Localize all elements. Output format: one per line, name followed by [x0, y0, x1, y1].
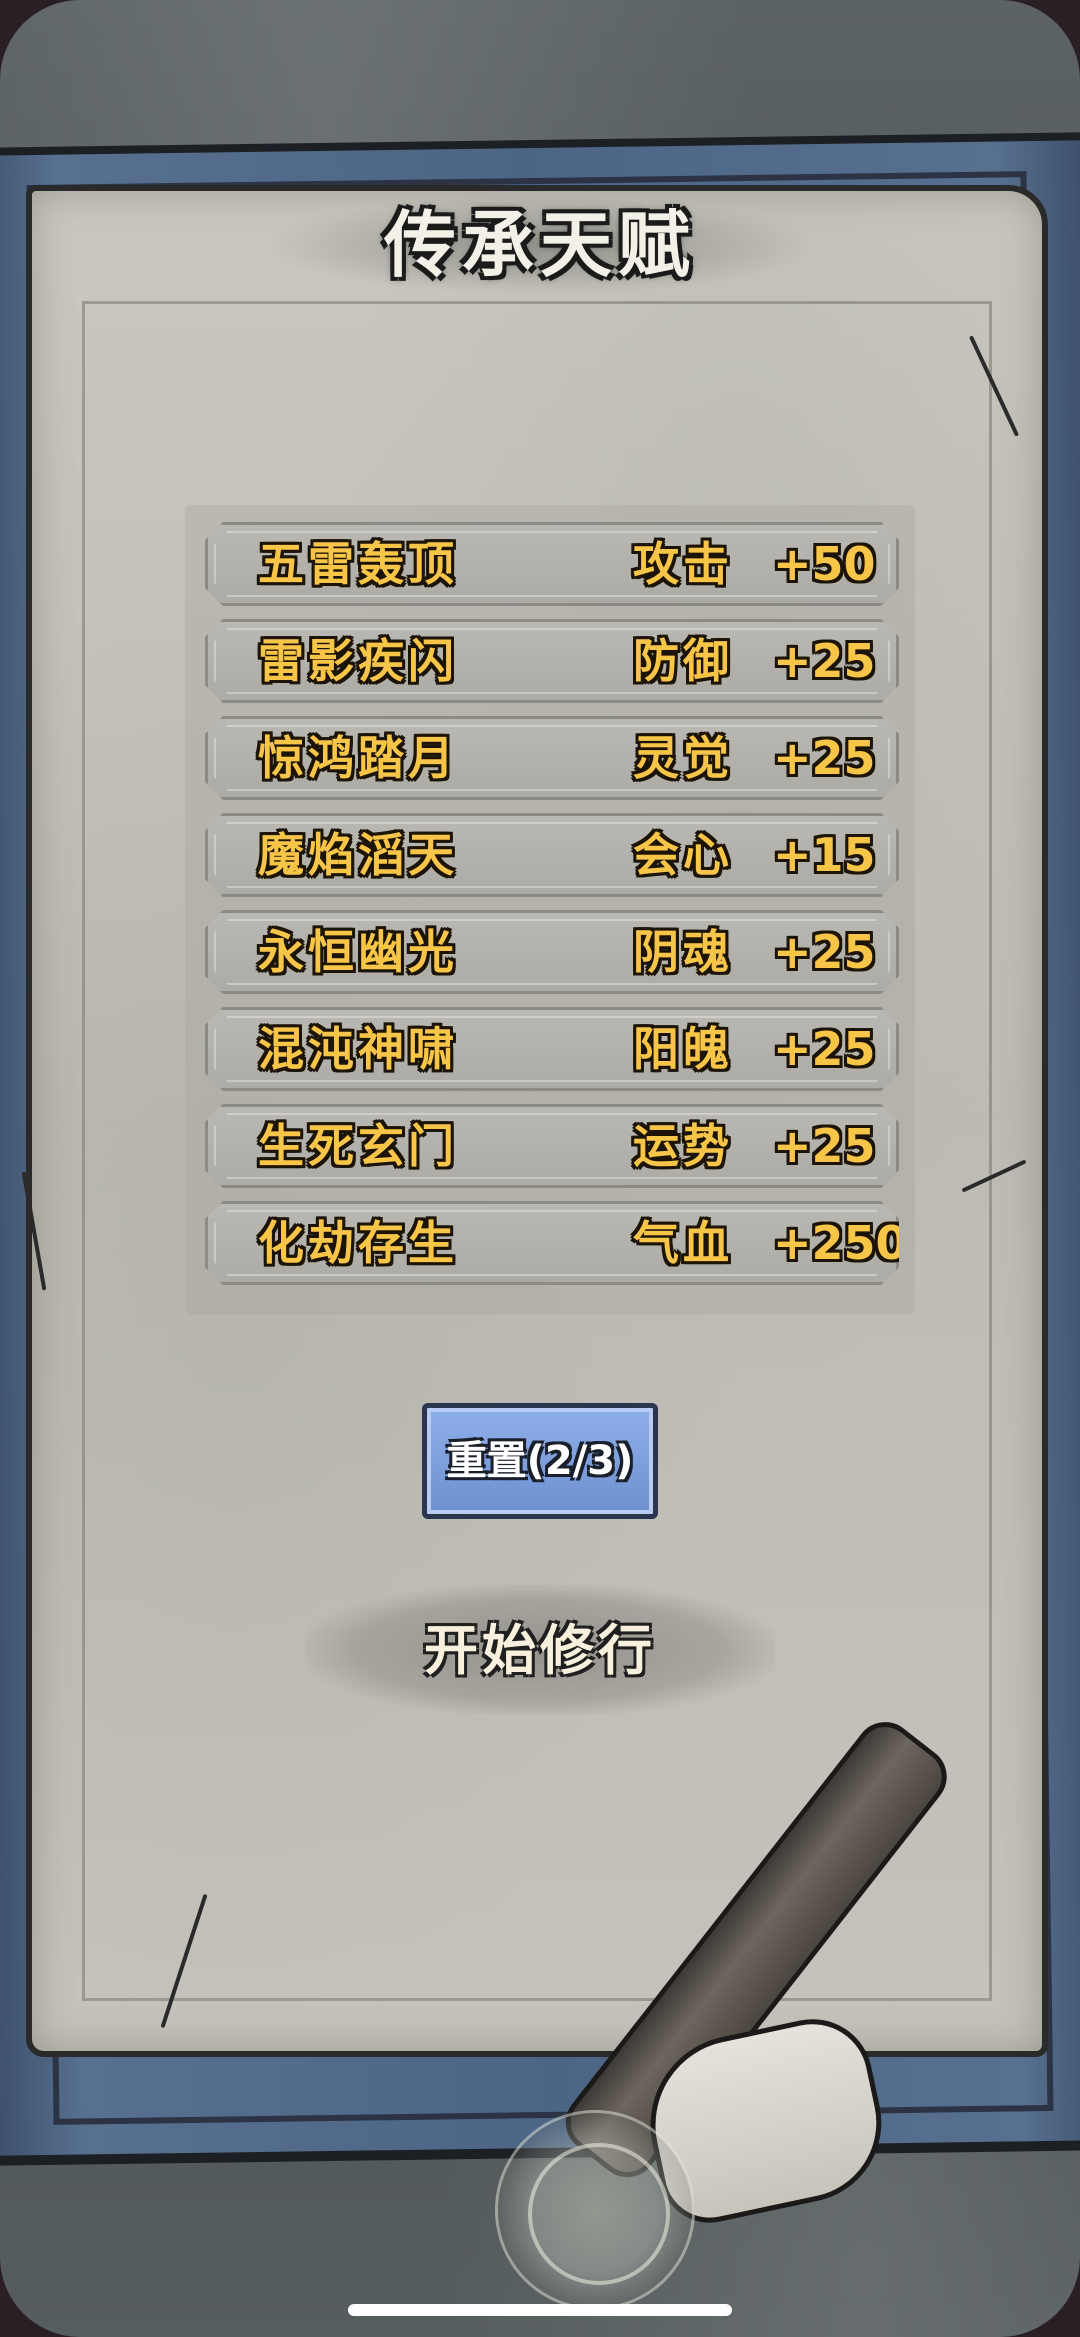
talent-bonus: +25: [773, 731, 876, 785]
spirit-orb-icon[interactable]: [495, 2110, 695, 2310]
talent-name: 生死玄门: [258, 1119, 458, 1173]
spirit-orb-core: [528, 2143, 670, 2285]
start-cultivation-button[interactable]: 开始修行: [305, 1585, 775, 1715]
reset-button[interactable]: 重置(2/3): [422, 1403, 658, 1519]
talent-bonus: +50: [773, 537, 876, 591]
talent-bonus: +25: [773, 1022, 876, 1076]
talent-row: 永恒幽光 阴魂 +25: [205, 910, 899, 994]
talent-bonus: +25: [773, 925, 876, 979]
talent-name: 混沌神啸: [258, 1022, 458, 1076]
home-indicator[interactable]: [348, 2304, 732, 2316]
talent-stat: 攻击: [633, 537, 733, 591]
talent-row: 混沌神啸 阳魄 +25: [205, 1007, 899, 1091]
talent-bonus: +25: [773, 1119, 876, 1173]
talent-stat: 气血: [633, 1216, 733, 1270]
talent-stat: 阴魂: [633, 925, 733, 979]
talent-bonus: +15: [773, 828, 876, 882]
talent-name: 魔焰滔天: [258, 828, 458, 882]
talent-stat: 运势: [633, 1119, 733, 1173]
talent-row: 雷影疾闪 防御 +25: [205, 619, 899, 703]
talent-stat: 防御: [633, 634, 733, 688]
talent-name: 五雷轰顶: [258, 537, 458, 591]
talent-row: 魔焰滔天 会心 +15: [205, 813, 899, 897]
talent-name: 雷影疾闪: [258, 634, 458, 688]
talent-stat: 灵觉: [633, 731, 733, 785]
reset-button-label: 重置(2/3): [446, 1438, 634, 1484]
talent-row: 五雷轰顶 攻击 +50: [205, 522, 899, 606]
talent-row: 生死玄门 运势 +25: [205, 1104, 899, 1188]
talent-bonus: +25: [773, 634, 876, 688]
talent-stat: 会心: [633, 828, 733, 882]
title-banner: 传承天赋: [260, 195, 820, 295]
talent-bonus: +250: [773, 1216, 908, 1270]
talent-name: 惊鸿踏月: [258, 731, 458, 785]
talent-name: 永恒幽光: [258, 925, 458, 979]
talent-name: 化劫存生: [258, 1216, 458, 1270]
talent-row: 惊鸿踏月 灵觉 +25: [205, 716, 899, 800]
start-cultivation-label: 开始修行: [424, 1618, 656, 1682]
paper-crack: [21, 1171, 47, 1291]
game-screen: 传承天赋 五雷轰顶 攻击 +50 雷影疾闪 防御 +25 惊鸿踏月 灵觉 +25…: [0, 0, 1080, 2337]
talent-row: 化劫存生 气血 +250: [205, 1201, 899, 1285]
talent-stat: 阳魄: [633, 1022, 733, 1076]
page-title: 传承天赋: [383, 202, 696, 287]
